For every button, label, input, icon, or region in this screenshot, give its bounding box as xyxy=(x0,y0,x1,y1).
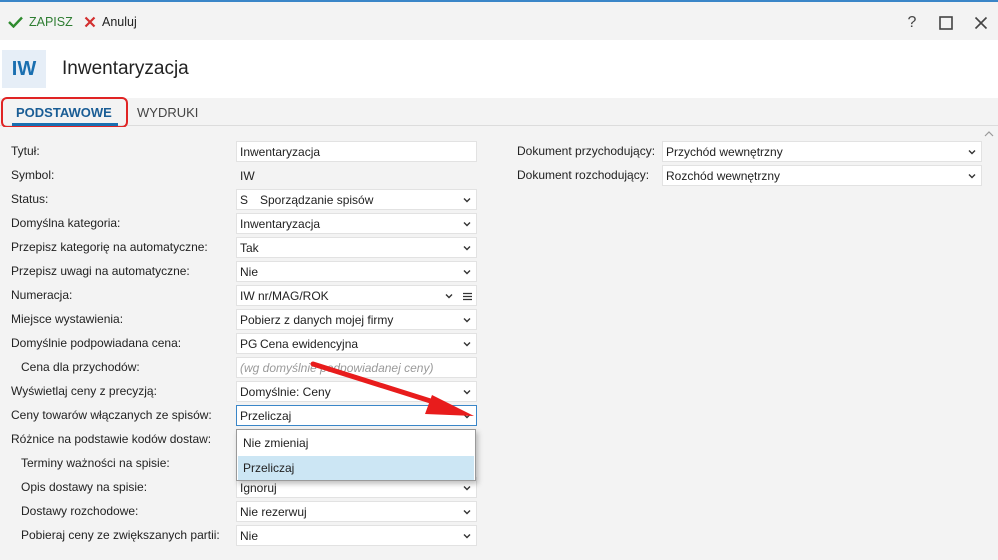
field-dokument-rozchodujacy[interactable]: Rozchód wewnętrzny xyxy=(662,165,982,186)
field-numeracja[interactable]: IW nr/MAG/ROK xyxy=(236,285,477,306)
close-icon xyxy=(974,16,988,30)
field-miejsce-wystawienia[interactable]: Pobierz z danych mojej firmy xyxy=(236,309,477,330)
chevron-down-icon[interactable] xyxy=(967,147,977,157)
label-dokument-przychodujacy: Dokument przychodujący: xyxy=(517,144,656,158)
field-value: Przeliczaj xyxy=(240,408,292,423)
cancel-button[interactable]: Anuluj xyxy=(84,12,137,32)
field-przepisz-kategorie-na-automatyczne[interactable]: Tak xyxy=(236,237,477,258)
field-dostawy-rozchodowe[interactable]: Nie rezerwuj xyxy=(236,501,477,522)
label-miejsce-wystawienia: Miejsce wystawienia: xyxy=(11,312,124,326)
field-value: Ignoruj xyxy=(240,480,277,495)
field-pobieraj-ceny-ze-zwiekszanych-partii[interactable]: Nie xyxy=(236,525,477,546)
field-value: Nie xyxy=(240,264,259,279)
label-numeracja: Numeracja: xyxy=(11,288,73,302)
chevron-down-icon[interactable] xyxy=(462,531,472,541)
chevron-down-icon[interactable] xyxy=(444,291,454,301)
field-domyslna-kategoria[interactable]: Inwentaryzacja xyxy=(236,213,477,234)
label-status: Status: xyxy=(11,192,49,206)
chevron-down-icon[interactable] xyxy=(462,219,472,229)
field-dokument-przychodujacy[interactable]: Przychód wewnętrzny xyxy=(662,141,982,162)
field-value: Domyślnie: Ceny xyxy=(240,384,331,399)
dropdown-option-nie-zmieniaj[interactable]: Nie zmieniaj xyxy=(238,431,474,455)
label-przepisz-kategorie-na-automatyczne: Przepisz kategorię na automatyczne: xyxy=(11,240,208,254)
field-value: Sporządzanie spisów xyxy=(260,192,374,207)
help-button[interactable]: ? xyxy=(902,13,922,33)
label-domyslna-kategoria: Domyślna kategoria: xyxy=(11,216,121,230)
page-title: Inwentaryzacja xyxy=(62,58,189,79)
label-cena-dla-przychodow: Cena dla przychodów: xyxy=(21,360,140,374)
chevron-down-icon[interactable] xyxy=(462,387,472,397)
field-value: Tak xyxy=(240,240,259,255)
dropdown-option-przeliczaj[interactable]: Przeliczaj xyxy=(238,456,474,480)
label-tytul: Tytuł: xyxy=(11,144,40,158)
field-przepisz-uwagi-na-automatyczne[interactable]: Nie xyxy=(236,261,477,282)
maximize-button[interactable] xyxy=(936,13,956,33)
save-button[interactable]: ZAPISZ xyxy=(8,12,73,32)
scroll-up-chevron-icon[interactable] xyxy=(982,128,996,140)
toolbar: ZAPISZ Anuluj ? xyxy=(0,0,998,40)
field-tytul[interactable]: Inwentaryzacja xyxy=(236,141,477,162)
field-status[interactable]: S Sporządzanie spisów xyxy=(236,189,477,210)
tab-podstawowe[interactable]: PODSTAWOWE xyxy=(16,98,112,126)
value-code: PG xyxy=(240,336,258,351)
document-type-badge: IW xyxy=(2,50,46,88)
active-tab-indicator xyxy=(12,123,118,126)
label-przepisz-uwagi-na-automatyczne: Przepisz uwagi na automatyczne: xyxy=(11,264,190,278)
chevron-down-icon[interactable] xyxy=(462,411,472,421)
chevron-down-icon[interactable] xyxy=(462,315,472,325)
field-symbol: IW xyxy=(236,165,477,186)
maximize-icon xyxy=(939,16,953,30)
tab-bar: PODSTAWOWE WYDRUKI xyxy=(0,98,998,126)
help-icon: ? xyxy=(907,14,917,31)
label-opis-dostawy-na-spisie: Opis dostawy na spisie: xyxy=(21,480,148,494)
save-label: ZAPISZ xyxy=(29,15,73,29)
field-value: Przychód wewnętrzny xyxy=(666,144,783,159)
label-wyswietlaj-ceny-z-precyzja: Wyświetlaj ceny z precyzją: xyxy=(11,384,157,398)
chevron-down-icon[interactable] xyxy=(462,267,472,277)
field-value: IW xyxy=(240,168,255,183)
field-value: (wg domyślnie podpowiadanej ceny) xyxy=(240,360,434,375)
price-mode-dropdown-list[interactable]: Nie zmieniaj Przeliczaj xyxy=(236,429,476,481)
field-value: Pobierz z danych mojej firmy xyxy=(240,312,394,327)
label-dokument-rozchodujacy: Dokument rozchodujący: xyxy=(517,168,650,182)
field-value: Rozchód wewnętrzny xyxy=(666,168,781,183)
label-symbol: Symbol: xyxy=(11,168,55,182)
chevron-down-icon[interactable] xyxy=(462,483,472,493)
field-domyslnie-podpowiadana-cena[interactable]: PG Cena ewidencyjna xyxy=(236,333,477,354)
chevron-down-icon[interactable] xyxy=(462,507,472,517)
close-window-button[interactable] xyxy=(971,13,991,33)
field-value: Nie xyxy=(240,528,259,543)
cancel-label: Anuluj xyxy=(102,15,137,29)
value-code: S xyxy=(240,192,249,207)
chevron-down-icon[interactable] xyxy=(462,195,472,205)
label-ceny-towarow-wlaczanych-ze-spisow: Ceny towarów włączanych ze spisów: xyxy=(11,408,212,422)
check-icon xyxy=(8,16,23,28)
field-wyswietlaj-ceny-z-precyzja[interactable]: Domyślnie: Ceny xyxy=(236,381,477,402)
close-x-icon xyxy=(84,16,96,28)
chevron-down-icon[interactable] xyxy=(462,339,472,349)
field-ceny-towarow-wlaczanych-ze-spisow[interactable]: Przeliczaj xyxy=(236,405,477,426)
label-dostawy-rozchodowe: Dostawy rozchodowe: xyxy=(21,504,139,518)
label-roznice-na-podstawie-kodow-dostaw: Różnice na podstawie kodów dostaw: xyxy=(11,432,212,446)
label-pobieraj-ceny-ze-zwiekszanych-partii: Pobieraj ceny ze zwiększanych partii: xyxy=(21,528,220,542)
tab-wydruki[interactable]: WYDRUKI xyxy=(137,98,198,126)
field-value: Inwentaryzacja xyxy=(240,144,321,159)
field-value: Nie rezerwuj xyxy=(240,504,307,519)
chevron-down-icon[interactable] xyxy=(967,171,977,181)
field-value: Inwentaryzacja xyxy=(240,216,321,231)
chevron-down-icon[interactable] xyxy=(462,243,472,253)
label-domyslnie-podpowiadana-cena: Domyślnie podpowiadana cena: xyxy=(11,336,182,350)
menu-icon[interactable] xyxy=(461,289,473,303)
label-terminy-waznosci-na-spisie: Terminy ważności na spisie: xyxy=(21,456,170,470)
field-cena-dla-przychodow[interactable]: (wg domyślnie podpowiadanej ceny) xyxy=(236,357,477,378)
field-value: IW nr/MAG/ROK xyxy=(240,288,329,303)
field-value: Cena ewidencyjna xyxy=(260,336,359,351)
